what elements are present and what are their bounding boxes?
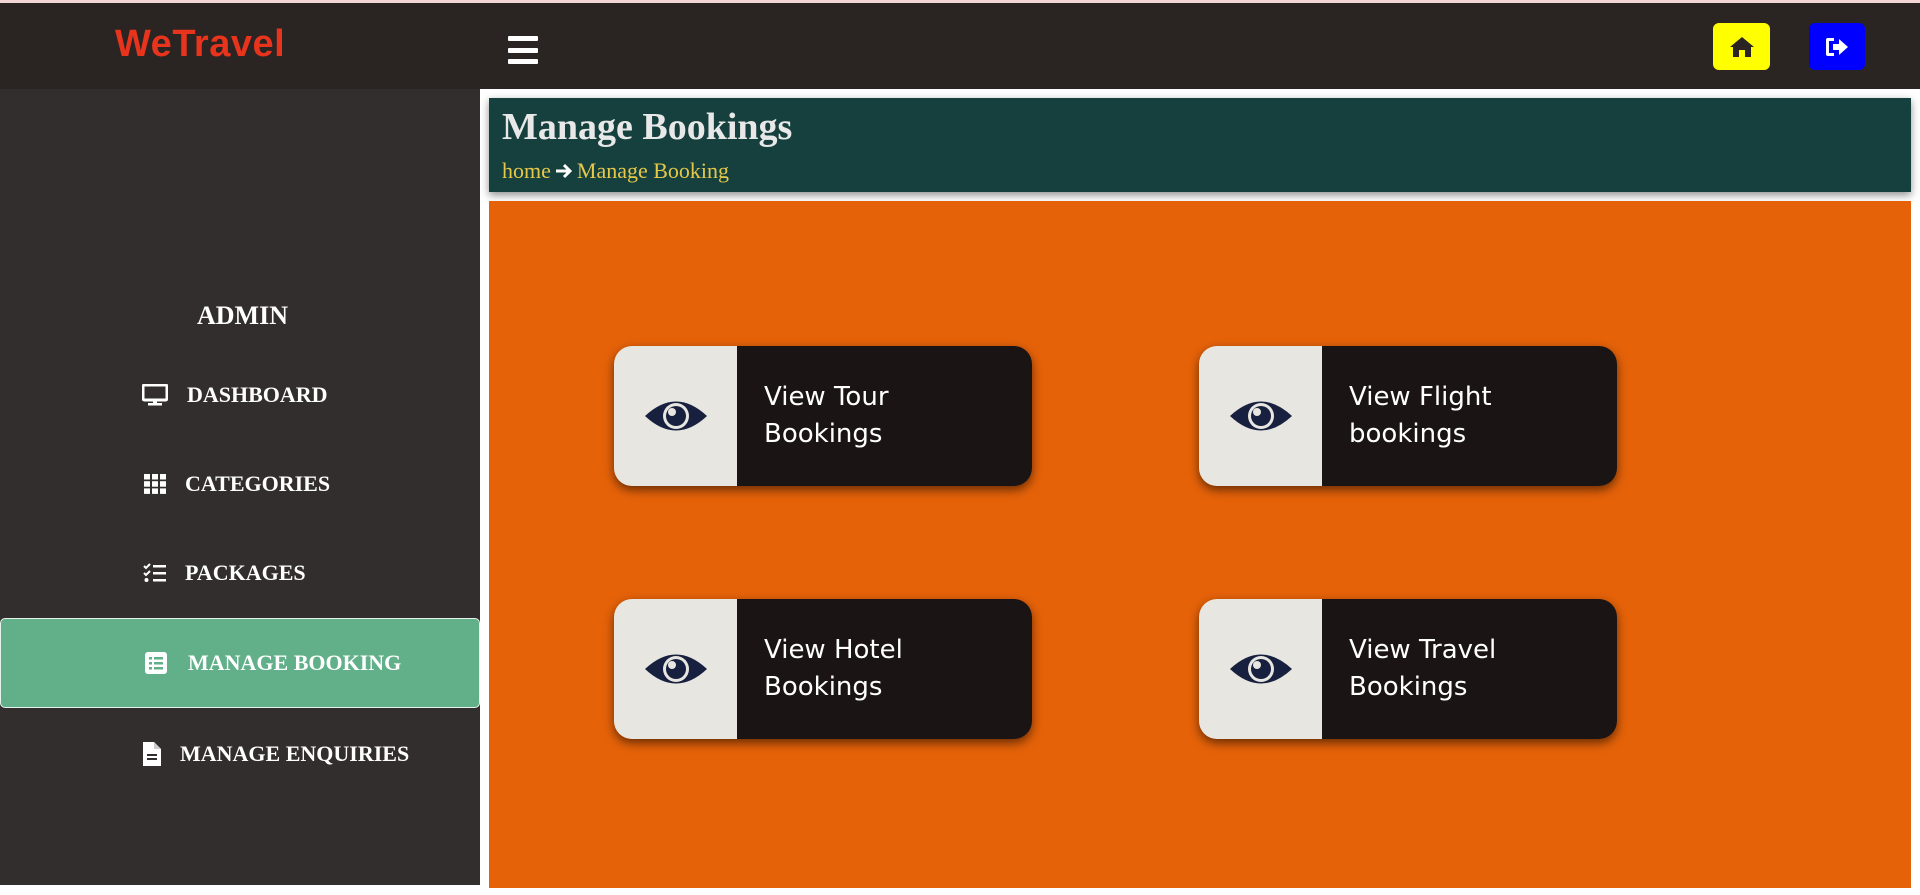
sidebar-item-categories[interactable]: CATEGORIES (0, 439, 480, 529)
home-button[interactable] (1713, 23, 1770, 70)
top-navbar: WeTravel (0, 3, 1920, 89)
breadcrumb: home Manage Booking (502, 158, 729, 184)
sidebar-item-manage-enquiries[interactable]: MANAGE ENQUIRIES (0, 709, 480, 799)
eye-icon (1229, 401, 1292, 431)
view-tour-bookings-card[interactable]: View Tour Bookings (614, 346, 1032, 486)
sidebar-item-label: CATEGORIES (185, 471, 331, 496)
logout-button[interactable] (1809, 23, 1865, 70)
view-travel-bookings-card[interactable]: View Travel Bookings (1199, 599, 1617, 739)
card-icon-box (614, 599, 737, 739)
view-flight-bookings-card[interactable]: View Flight bookings (1199, 346, 1617, 486)
checklist-icon (141, 559, 169, 587)
grid-icon (141, 470, 169, 498)
list-alt-icon (142, 649, 170, 677)
brand-logo[interactable]: WeTravel (115, 23, 285, 66)
sidebar-item-label: DASHBOARD (187, 382, 328, 407)
card-icon-box (1199, 346, 1322, 486)
sidebar-title: ADMIN (197, 301, 288, 330)
file-icon (138, 740, 166, 768)
sidebar-item-dashboard[interactable]: DASHBOARD (0, 350, 480, 440)
card-label: View Hotel Bookings (737, 599, 1032, 739)
page-header: Manage Bookings home Manage Booking (489, 98, 1911, 192)
hamburger-icon[interactable] (508, 36, 538, 64)
eye-icon (644, 401, 707, 431)
eye-icon (644, 654, 707, 684)
content-panel: View Tour Bookings View Flight bookings … (489, 201, 1911, 888)
card-icon-box (614, 346, 737, 486)
eye-icon (1229, 654, 1292, 684)
sidebar-item-packages[interactable]: PACKAGES (0, 528, 480, 618)
sidebar-item-label: MANAGE ENQUIRIES (180, 741, 410, 766)
home-icon (1729, 36, 1754, 57)
card-label: View Travel Bookings (1322, 599, 1617, 739)
breadcrumb-current: Manage Booking (576, 158, 730, 183)
card-label: View Flight bookings (1322, 346, 1617, 486)
sidebar-item-label: PACKAGES (185, 560, 306, 585)
sidebar-item-label: MANAGE BOOKING (188, 650, 402, 675)
sidebar-item-manage-booking[interactable]: MANAGE BOOKING (0, 618, 480, 708)
page-title: Manage Bookings (502, 106, 793, 148)
breadcrumb-home-link[interactable]: home (502, 158, 551, 184)
view-hotel-bookings-card[interactable]: View Hotel Bookings (614, 599, 1032, 739)
desktop-icon (141, 381, 169, 409)
sidebar: ADMIN DASHBOARD CATEGORIES PACKAGES MANA… (0, 89, 480, 885)
sign-out-icon (1826, 37, 1848, 56)
card-icon-box (1199, 599, 1322, 739)
arrow-right-icon (555, 163, 573, 179)
card-label: View Tour Bookings (737, 346, 1032, 486)
